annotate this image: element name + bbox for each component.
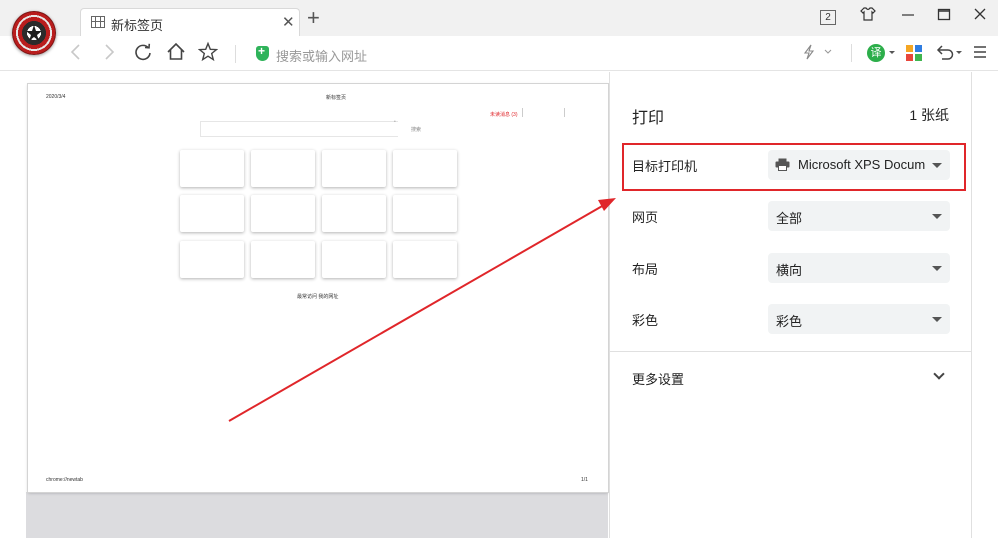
reload-icon[interactable] bbox=[133, 41, 153, 70]
preview-bottom-links: 最常访问 我的网址 bbox=[297, 294, 339, 300]
tab-title: 新标签页 bbox=[111, 18, 164, 33]
preview-tile bbox=[251, 195, 315, 232]
new-tab-button[interactable]: + bbox=[307, 7, 320, 29]
layout-select[interactable]: 横向 bbox=[768, 253, 950, 283]
color-select[interactable]: 彩色 bbox=[768, 304, 950, 334]
divider bbox=[851, 44, 852, 62]
preview-tile bbox=[322, 150, 386, 187]
preview-page: 2020/3/4 新标签页 未读消息 (3) 搜索 • 最常访问 我的网址 ch… bbox=[28, 84, 608, 492]
pages-value: 全部 bbox=[776, 211, 803, 226]
chevron-down-icon[interactable] bbox=[823, 41, 833, 70]
annotation-highlight-box bbox=[622, 143, 966, 191]
tab-close-icon[interactable]: ✕ bbox=[282, 13, 295, 31]
skin-icon[interactable] bbox=[860, 6, 876, 29]
undo-icon[interactable] bbox=[934, 41, 954, 70]
preview-footer-page: 1/1 bbox=[581, 477, 588, 483]
user-avatar[interactable] bbox=[12, 11, 56, 55]
more-settings-toggle[interactable]: 更多设置 bbox=[632, 369, 684, 388]
window-count-badge[interactable]: 2 bbox=[820, 10, 836, 25]
preview-tile bbox=[393, 195, 457, 232]
menu-icon[interactable] bbox=[973, 41, 987, 70]
undo-dropdown-icon[interactable] bbox=[955, 41, 963, 70]
tab-new-tab[interactable]: 新标签页 ✕ bbox=[80, 8, 300, 37]
close-window-icon[interactable] bbox=[973, 6, 987, 28]
title-bar: 新标签页 ✕ + 2 bbox=[0, 0, 998, 37]
maximize-icon[interactable] bbox=[937, 6, 951, 28]
forward-icon[interactable] bbox=[103, 41, 117, 70]
preview-tile bbox=[180, 195, 244, 232]
minimize-icon[interactable] bbox=[901, 6, 915, 28]
preview-search-dot: • bbox=[394, 119, 396, 125]
preview-tile bbox=[251, 150, 315, 187]
divider bbox=[235, 45, 236, 63]
preview-tile bbox=[180, 241, 244, 278]
home-icon[interactable] bbox=[166, 41, 186, 70]
layout-value: 横向 bbox=[776, 263, 803, 278]
new-tab-page-icon bbox=[91, 16, 105, 28]
preview-tile bbox=[251, 241, 315, 278]
security-shield-icon[interactable] bbox=[256, 44, 269, 61]
print-title: 打印 bbox=[632, 110, 665, 127]
preview-search-label: 搜索 bbox=[411, 127, 422, 133]
translate-icon[interactable]: 译 bbox=[867, 44, 885, 62]
color-label: 彩色 bbox=[632, 313, 659, 328]
preview-page-title: 新标签页 bbox=[326, 95, 347, 101]
preview-date: 2020/3/4 bbox=[46, 94, 66, 100]
layout-label: 布局 bbox=[632, 262, 659, 277]
color-value: 彩色 bbox=[776, 314, 803, 329]
pages-select[interactable]: 全部 bbox=[768, 201, 950, 231]
pages-label: 网页 bbox=[632, 210, 659, 225]
preview-tile bbox=[322, 241, 386, 278]
apps-grid-icon[interactable] bbox=[906, 45, 922, 61]
preview-tile bbox=[322, 195, 386, 232]
navigation-bar: 搜索或输入网址 译 bbox=[0, 36, 998, 71]
preview-search-box bbox=[200, 121, 398, 137]
dropdown-caret-icon bbox=[932, 317, 942, 322]
back-icon[interactable] bbox=[68, 41, 82, 70]
preview-tile bbox=[393, 241, 457, 278]
preview-tile bbox=[180, 150, 244, 187]
translate-dropdown-icon[interactable] bbox=[888, 41, 896, 70]
preview-background bbox=[26, 492, 608, 538]
lightning-icon[interactable] bbox=[802, 41, 816, 70]
preview-tile bbox=[393, 150, 457, 187]
preview-footer-url: chrome://newtab bbox=[46, 477, 83, 483]
bookmark-star-icon[interactable] bbox=[197, 41, 219, 70]
divider bbox=[564, 108, 565, 117]
dropdown-caret-icon bbox=[932, 214, 942, 219]
divider bbox=[610, 351, 971, 352]
preview-top-right-text: 未读消息 (3) bbox=[490, 112, 518, 118]
chevron-down-icon[interactable] bbox=[933, 368, 945, 380]
address-bar-input[interactable]: 搜索或输入网址 bbox=[276, 46, 367, 65]
dropdown-caret-icon bbox=[932, 266, 942, 271]
print-settings-panel: 打印 1 张纸 目标打印机 Microsoft XPS Docum 网页 全部 … bbox=[609, 72, 972, 538]
divider bbox=[522, 108, 523, 117]
sheet-count: 1 张纸 bbox=[909, 107, 949, 123]
